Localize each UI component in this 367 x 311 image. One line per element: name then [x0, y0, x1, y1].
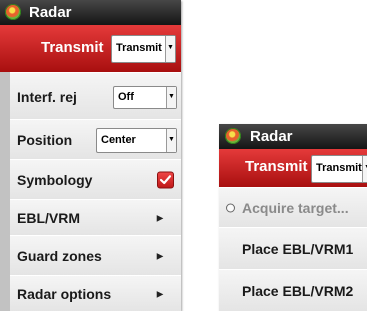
transmit-label: Transmit — [41, 39, 104, 56]
checkmark-icon — [159, 175, 172, 185]
guard-zones-row[interactable]: Guard zones ▶ — [10, 235, 181, 277]
position-value: Center — [101, 134, 136, 146]
interference-reject-label: Interf. rej — [17, 88, 77, 105]
place-ebl-vrm2-row[interactable]: Place EBL/VRM2 — [219, 269, 367, 311]
symbology-row[interactable]: Symbology — [10, 159, 181, 201]
place-ebl-vrm1-row[interactable]: Place EBL/VRM1 — [219, 227, 367, 271]
interference-reject-value: Off — [118, 91, 134, 103]
transmit-dropdown-value: Transmit — [116, 42, 162, 54]
acquire-target-row[interactable]: Acquire target... — [219, 187, 367, 229]
place-ebl-vrm2-label: Place EBL/VRM2 — [242, 283, 354, 299]
chevron-down-icon: ▼ — [166, 129, 176, 152]
position-dropdown[interactable]: Center ▼ — [96, 128, 177, 153]
context-menu-title-bar: Radar — [219, 124, 367, 149]
context-menu-title: Radar — [250, 128, 293, 145]
context-transmit-label: Transmit — [245, 158, 308, 175]
interference-reject-dropdown[interactable]: Off ▼ — [113, 86, 177, 109]
chevron-down-icon: ▼ — [362, 156, 367, 182]
radar-menu-panel: Radar Transmit Transmit ▼ Interf. rej Of… — [0, 0, 181, 311]
menu-title: Radar — [29, 4, 72, 21]
chevron-right-icon: ▶ — [156, 213, 163, 223]
chevron-down-icon: ▼ — [166, 87, 176, 108]
menu-title-bar: Radar — [0, 0, 181, 25]
transmit-dropdown[interactable]: Transmit ▼ — [111, 35, 176, 63]
chevron-right-icon: ▶ — [156, 251, 163, 261]
interference-reject-row[interactable]: Interf. rej Off ▼ — [10, 72, 181, 121]
radio-circle-icon — [226, 203, 235, 213]
ebl-vrm-label: EBL/VRM — [17, 210, 80, 226]
context-transmit-row[interactable]: Transmit Transmit ▼ — [219, 149, 367, 187]
place-ebl-vrm1-label: Place EBL/VRM1 — [242, 241, 354, 257]
transmit-row[interactable]: Transmit Transmit ▼ — [0, 25, 181, 72]
symbology-checkbox[interactable] — [157, 171, 174, 189]
chevron-down-icon: ▼ — [165, 36, 175, 62]
acquire-target-label: Acquire target... — [242, 200, 349, 216]
radar-context-menu-panel: Radar Transmit Transmit ▼ Acquire target… — [219, 124, 367, 311]
radar-options-label: Radar options — [17, 286, 112, 302]
context-transmit-value: Transmit — [316, 162, 362, 174]
menu-side-strip — [0, 72, 10, 311]
context-transmit-dropdown[interactable]: Transmit ▼ — [311, 155, 367, 183]
chevron-right-icon: ▶ — [156, 289, 163, 299]
guard-zones-label: Guard zones — [17, 248, 102, 264]
radar-options-row[interactable]: Radar options ▶ — [10, 275, 181, 311]
position-row[interactable]: Position Center ▼ — [10, 119, 181, 161]
position-label: Position — [17, 132, 73, 148]
radar-app-icon — [5, 4, 21, 20]
radar-app-icon — [225, 128, 241, 144]
symbology-label: Symbology — [17, 172, 93, 188]
ebl-vrm-row[interactable]: EBL/VRM ▶ — [10, 199, 181, 237]
